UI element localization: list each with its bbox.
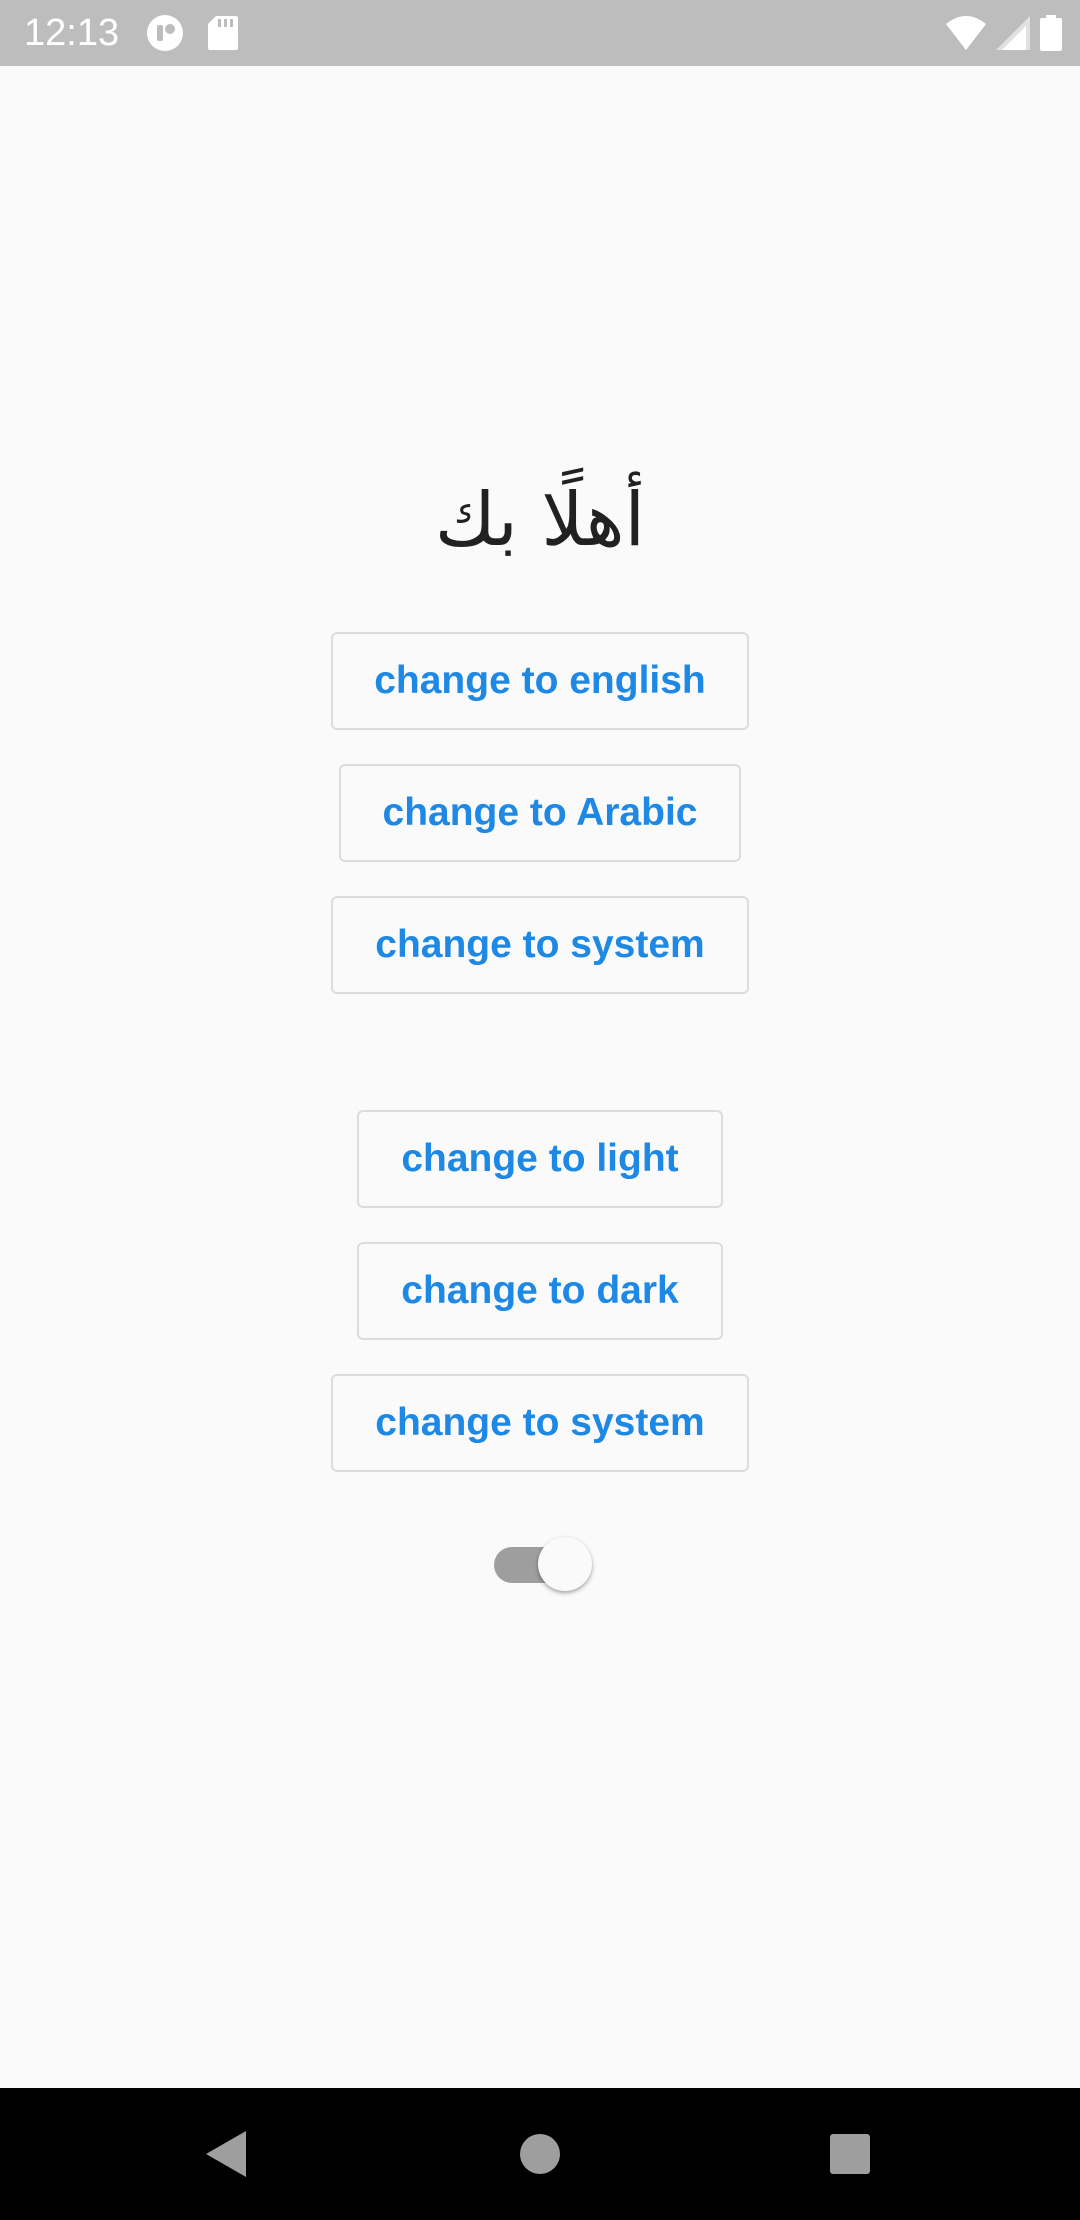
wifi-icon <box>946 16 986 50</box>
greeting-title: أهلًا بك <box>434 477 646 563</box>
notification-app-icon <box>146 14 184 52</box>
switch-thumb <box>538 1537 592 1591</box>
change-language-to-system-button[interactable]: change to system <box>331 896 749 994</box>
theme-toggle-switch[interactable] <box>492 1530 596 1594</box>
status-time: 12:13 <box>24 12 120 54</box>
home-button[interactable] <box>500 2114 580 2194</box>
status-left-icons <box>146 14 238 52</box>
recents-icon <box>830 2134 870 2174</box>
status-bar: 12:13 <box>0 0 1080 66</box>
back-icon <box>206 2131 246 2177</box>
change-theme-to-system-button[interactable]: change to system <box>331 1374 749 1472</box>
battery-icon <box>1040 15 1062 51</box>
change-to-dark-button[interactable]: change to dark <box>357 1242 723 1340</box>
back-button[interactable] <box>186 2114 266 2194</box>
cell-signal-icon <box>996 16 1030 50</box>
home-icon <box>519 2133 561 2175</box>
status-right-icons <box>946 14 1062 52</box>
recents-button[interactable] <box>810 2114 890 2194</box>
change-to-arabic-button[interactable]: change to Arabic <box>339 764 741 862</box>
change-to-light-button[interactable]: change to light <box>357 1110 723 1208</box>
main-content: أهلًا بك change to english change to Ara… <box>0 66 1080 2088</box>
change-to-english-button[interactable]: change to english <box>331 632 749 730</box>
navigation-bar <box>0 2088 1080 2220</box>
sd-card-icon <box>208 16 238 50</box>
